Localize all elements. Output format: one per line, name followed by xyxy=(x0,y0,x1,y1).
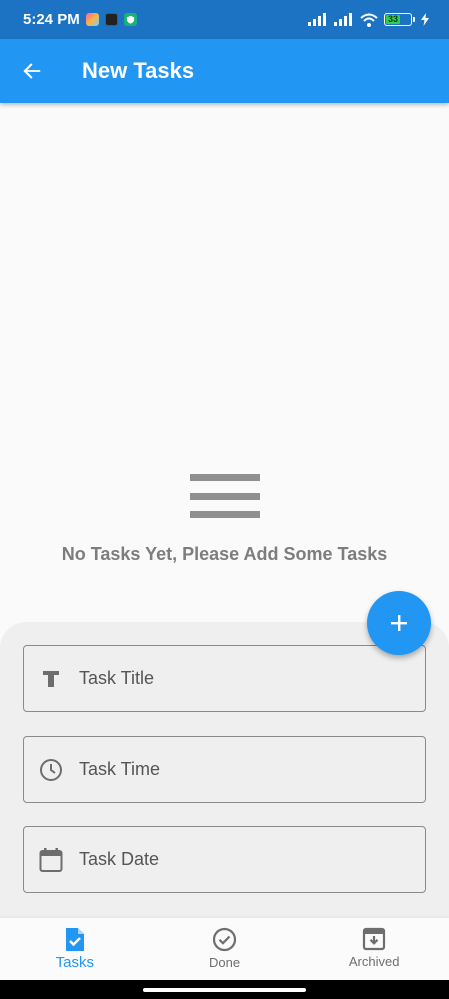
nav-item-archived[interactable]: Archived xyxy=(299,918,449,980)
calendar-icon xyxy=(38,847,64,873)
check-circle-icon xyxy=(212,927,237,952)
bottom-navigation: Tasks Done Archived xyxy=(0,918,449,980)
task-time-field[interactable]: Task Time xyxy=(23,736,426,803)
charging-icon xyxy=(421,13,429,26)
task-title-label: Task Title xyxy=(79,668,155,688)
plus-icon xyxy=(391,615,407,631)
empty-state-message: No Tasks Yet, Please Add Some Tasks xyxy=(61,544,388,564)
menu-icon xyxy=(189,470,261,522)
signal-icon xyxy=(334,13,352,26)
security-app-icon xyxy=(123,13,137,26)
add-task-button[interactable] xyxy=(367,591,431,655)
photos-app-icon xyxy=(85,13,99,26)
back-button[interactable] xyxy=(0,39,64,103)
empty-state: No Tasks Yet, Please Add Some Tasks xyxy=(0,470,449,565)
notification-icons xyxy=(85,13,137,26)
task-date-field[interactable]: Task Date xyxy=(23,826,426,893)
text-title-icon xyxy=(38,666,64,692)
signal-icon xyxy=(308,13,326,26)
task-document-icon xyxy=(65,928,84,951)
nav-label-tasks: Tasks xyxy=(55,954,94,971)
nav-item-tasks[interactable]: Tasks xyxy=(0,918,150,980)
task-time-label: Task Time xyxy=(79,759,161,779)
add-task-sheet: Task Title Task Time Task Date xyxy=(0,622,449,918)
gesture-navigation-bar xyxy=(0,980,449,999)
battery-icon: 33 xyxy=(384,13,415,26)
status-bar: 5:24 PM 33 xyxy=(0,0,449,39)
nav-item-done[interactable]: Done xyxy=(150,918,300,980)
archive-icon xyxy=(363,927,386,951)
battery-level: 33 xyxy=(386,14,400,24)
clock-icon xyxy=(38,757,64,783)
arrow-back-icon xyxy=(23,63,41,79)
system-icons: 33 xyxy=(308,13,429,27)
wifi-icon xyxy=(360,13,378,27)
page-title: New Tasks xyxy=(82,58,195,83)
app-bar: New Tasks xyxy=(0,39,449,103)
status-time: 5:24 PM xyxy=(23,11,80,28)
news-app-icon xyxy=(104,13,118,26)
nav-label-done: Done xyxy=(208,955,241,970)
screen: 5:24 PM 33 New Tasks No Tasks Yet, Pleas… xyxy=(0,0,449,999)
nav-label-archived: Archived xyxy=(348,954,400,969)
task-date-label: Task Date xyxy=(79,849,160,869)
home-indicator[interactable] xyxy=(143,987,306,992)
task-title-field[interactable]: Task Title xyxy=(23,645,426,712)
